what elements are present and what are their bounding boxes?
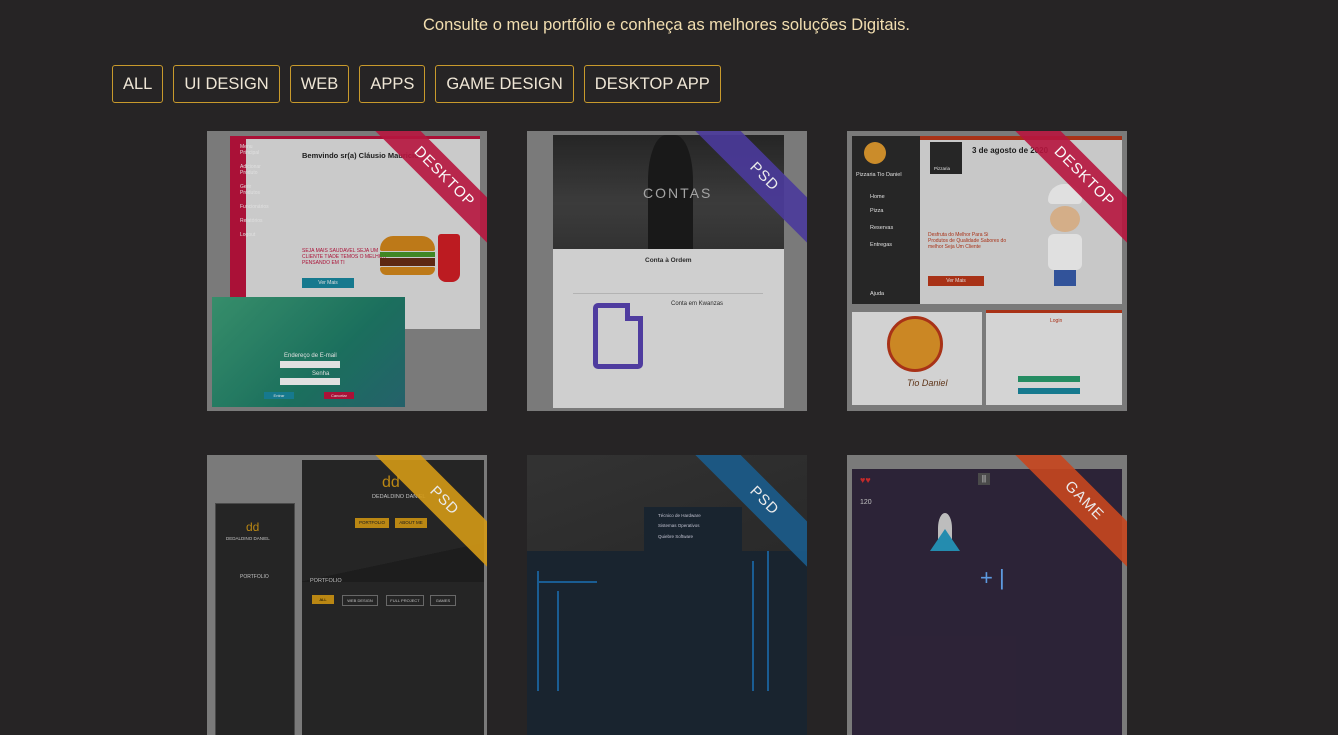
score-label: 120 <box>860 499 872 506</box>
see-more-button: Ver Mais <box>302 278 354 288</box>
mobile-mockup: dd DEDALDINO DANIEL PORTFOLIO <box>215 503 295 735</box>
login-screen: Login <box>986 310 1122 405</box>
filter-game-design-button[interactable]: GAME DESIGN <box>435 65 574 103</box>
logo-box: Pizzaria <box>930 142 962 174</box>
chef-image <box>1040 184 1090 294</box>
password-field <box>280 378 340 385</box>
sidebar-item-logout: Logout <box>240 232 256 238</box>
sidebar-item-manage: Gerir Produtos <box>240 184 261 196</box>
promo-text: SEJA MAIS SAUDAVEL SEJA UM CLIENTE TIADE… <box>302 248 387 266</box>
document-icon <box>593 303 643 369</box>
cancel-button: Cancelar <box>324 392 354 399</box>
section-title: Conta à Ordem <box>645 257 692 264</box>
register-button <box>1018 388 1080 394</box>
sidebar-item-entregas: Entregas <box>870 242 893 248</box>
sidebar-item-add: Adicionar Produto <box>240 164 261 176</box>
pizza-icon <box>887 316 943 372</box>
filter-all-button[interactable]: ALL <box>112 65 164 103</box>
login-window: Endereço de E-mail Senha Entrar Cancelar <box>212 297 405 407</box>
service-item-2: Sistemas Operativos <box>658 523 700 528</box>
enter-button <box>1018 376 1080 382</box>
sidebar-item-menu: Menu Principal <box>240 144 260 156</box>
filter-ui-design-button[interactable]: UI DESIGN <box>173 65 280 103</box>
sidebar-item-help: Ajuda <box>870 291 885 297</box>
see-more-button: Ver Mais <box>928 276 984 286</box>
pizza-logo-icon <box>864 142 886 164</box>
pause-icon[interactable]: || <box>978 473 990 485</box>
sidebar-item-reports: Relatórios <box>240 218 263 224</box>
password-label: Senha <box>312 371 330 377</box>
sidebar-item-reservas: Reservas <box>870 225 894 231</box>
laser-plus-icon: + | <box>980 565 1005 590</box>
login-title: Login <box>1050 318 1063 324</box>
portfolio-card-tech-psd[interactable]: Técnico de Hardware Sistemas Operativos … <box>527 455 807 735</box>
logo-title: Tio Daniel <box>907 378 948 388</box>
filter-web-button[interactable]: WEB <box>289 65 350 103</box>
logo-screen: Tio Daniel <box>852 312 982 405</box>
portfolio-subtitle: Consulte o meu portfólio e conheça as me… <box>422 16 910 34</box>
sidebar: Pizzaria Tio Daniel Home Pizza Reservas … <box>852 136 920 304</box>
drink-image <box>438 234 460 282</box>
spaceship-icon <box>930 513 960 557</box>
service-item-1: Técnico de Hardware <box>658 513 701 518</box>
tab-all: ALL <box>312 595 334 604</box>
hero-title: CONTAS <box>643 185 713 201</box>
portfolio-card-pizzeria-desktop[interactable]: Pizzaria Tio Daniel Home Pizza Reservas … <box>847 131 1127 411</box>
brand-logo-icon: dd <box>246 520 260 534</box>
sidebar-item-home: Home <box>870 194 885 200</box>
promo-text: Desfruta do Melhor Para Si Produtos de Q… <box>928 232 1007 250</box>
lives-heart-icon: ♥♥ <box>860 475 871 485</box>
sidebar-item-pizza: Pizza <box>870 208 884 214</box>
burger-image <box>380 236 435 276</box>
about-button: ABOUT ME <box>395 518 427 528</box>
service-item-3: Quiebre Software <box>658 534 694 539</box>
enter-button: Entrar <box>264 392 294 399</box>
portfolio-card-personal-site-psd[interactable]: dd DEDALDINO DANIEL PORTFOLIO dd DEDALDI… <box>207 455 487 735</box>
email-field <box>280 361 340 368</box>
portfolio-heading: PORTFOLIO <box>310 578 342 584</box>
services-menu: Técnico de Hardware Sistemas Operativos … <box>644 507 742 551</box>
filter-desktop-app-button[interactable]: DESKTOP APP <box>583 65 721 103</box>
portfolio-card-restaurant-desktop[interactable]: Menu Principal Adicionar Produto Gerir P… <box>207 131 487 411</box>
portfolio-card-space-game[interactable]: ♥♥ || 120 + | GAME <box>847 455 1127 735</box>
sidebar-item-staff: Funcionários <box>240 204 269 210</box>
filter-bar: ALL UI DESIGN WEB APPS GAME DESIGN DESKT… <box>112 65 721 103</box>
account-item-title: Conta em Kwanzas <box>671 301 724 307</box>
filter-apps-button[interactable]: APPS <box>359 65 426 103</box>
portfolio-button: PORTFOLIO <box>355 518 389 528</box>
portfolio-card-bank-psd[interactable]: CONTAS Conta à Ordem Conta em Kwanzas PS… <box>527 131 807 411</box>
brand-name: Pizzaria Tio Daniel <box>856 172 902 178</box>
email-label: Endereço de E-mail <box>284 353 337 359</box>
circuit-panel <box>527 551 807 735</box>
